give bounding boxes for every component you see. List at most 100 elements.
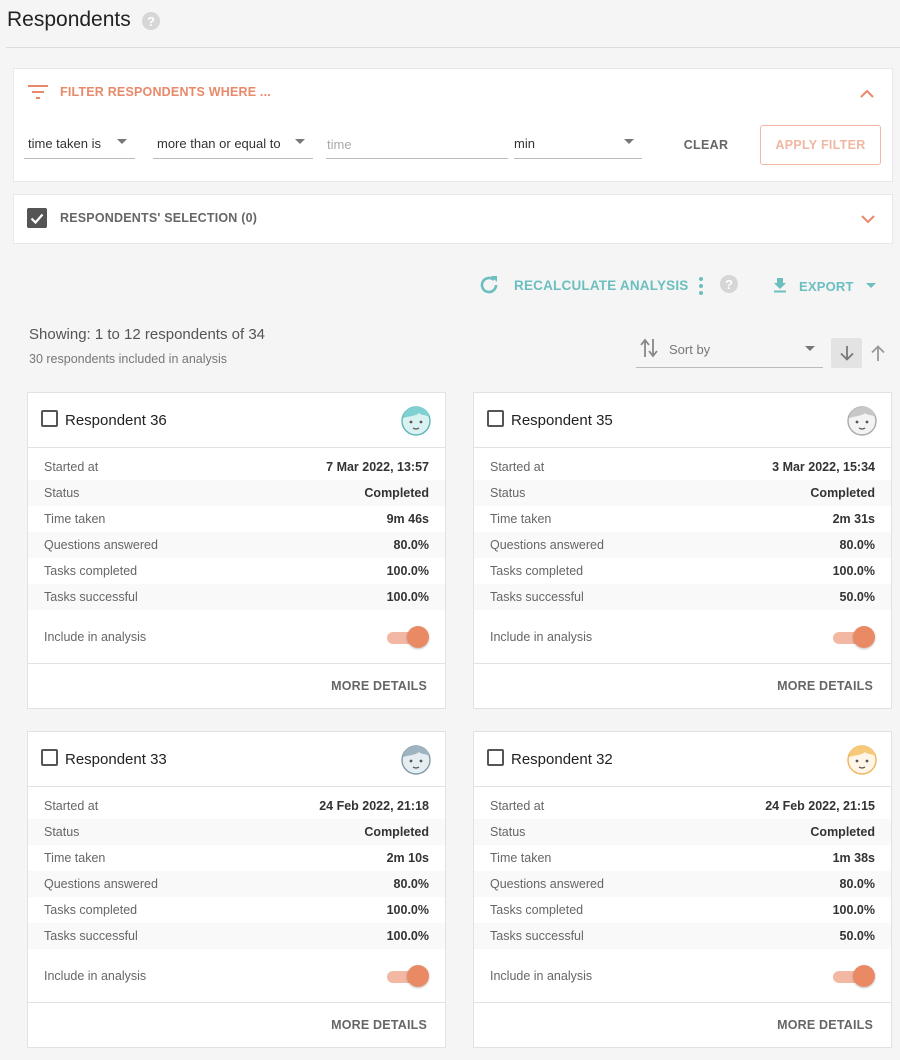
detail-rows: Started at 3 Mar 2022, 15:34 Status Comp… (474, 454, 891, 610)
detail-value: 100.0% (832, 564, 875, 578)
include-toggle[interactable] (387, 965, 429, 987)
detail-value: 100.0% (832, 903, 875, 917)
more-details-button[interactable]: MORE DETAILS (777, 679, 873, 693)
detail-label: Time taken (44, 851, 106, 865)
recalculate-analysis-button[interactable]: RECALCULATE ANALYSIS (514, 278, 689, 293)
respondent-name: Respondent 36 (65, 412, 167, 429)
filter-unit-select[interactable]: min (514, 131, 642, 159)
detail-row-time-taken: Time taken 9m 46s (28, 506, 445, 532)
help-icon[interactable]: ? (720, 275, 738, 293)
detail-label: Tasks successful (490, 929, 584, 943)
detail-value: 80.0% (839, 877, 875, 891)
help-icon[interactable]: ? (142, 12, 160, 30)
filter-operator-select[interactable]: more than or equal to (153, 131, 313, 159)
export-button[interactable]: EXPORT (799, 279, 854, 294)
respondent-checkbox[interactable] (41, 749, 58, 766)
filter-title[interactable]: FILTER RESPONDENTS WHERE ... (60, 85, 271, 99)
detail-label: Questions answered (490, 538, 604, 552)
selection-title[interactable]: RESPONDENTS' SELECTION (0) (60, 211, 257, 225)
time-input[interactable] (326, 131, 508, 158)
filter-time-field[interactable] (326, 131, 508, 159)
detail-value: Completed (810, 825, 875, 839)
toggle-knob (407, 626, 429, 648)
include-label: Include in analysis (44, 630, 147, 644)
sort-label: Sort by (669, 342, 711, 357)
sort-select[interactable]: Sort by (636, 336, 823, 368)
page-title: Respondents (7, 8, 131, 31)
more-details-button[interactable]: MORE DETAILS (777, 1018, 873, 1032)
detail-value: 2m 31s (832, 512, 875, 526)
detail-value: Completed (810, 486, 875, 500)
showing-text: Showing: 1 to 12 respondents of 34 (29, 326, 266, 343)
more-vert-icon[interactable] (695, 275, 707, 297)
detail-label: Questions answered (44, 538, 158, 552)
download-icon[interactable] (772, 277, 788, 293)
detail-label: Time taken (44, 512, 106, 526)
detail-label: Tasks successful (490, 590, 584, 604)
detail-row-started-at: Started at 24 Feb 2022, 21:15 (474, 793, 891, 819)
detail-value: 80.0% (839, 538, 875, 552)
detail-value: 100.0% (386, 903, 429, 917)
detail-row-questions-answered: Questions answered 80.0% (28, 532, 445, 558)
detail-value: 24 Feb 2022, 21:18 (319, 799, 429, 813)
detail-label: Time taken (490, 851, 552, 865)
detail-label: Started at (44, 799, 99, 813)
detail-row-tasks-successful: Tasks successful 50.0% (474, 584, 891, 610)
card-header: Respondent 36 (28, 393, 445, 448)
detail-row-started-at: Started at 24 Feb 2022, 21:18 (28, 793, 445, 819)
detail-row-questions-answered: Questions answered 80.0% (28, 871, 445, 897)
filter-field-select[interactable]: time taken is (24, 131, 135, 159)
respondent-card: Respondent 35 Started at 3 Mar 2022, 15:… (473, 392, 892, 709)
card-header: Respondent 35 (474, 393, 891, 448)
boy-avatar-teal-icon (401, 406, 431, 436)
detail-label: Tasks completed (44, 903, 138, 917)
arrow-up-icon[interactable] (868, 343, 888, 363)
detail-row-tasks-completed: Tasks completed 100.0% (474, 558, 891, 584)
export-caret-icon[interactable] (866, 283, 876, 288)
detail-value: Completed (364, 825, 429, 839)
respondent-checkbox[interactable] (487, 410, 504, 427)
respondent-card: Respondent 33 Started at 24 Feb 2022, 21… (27, 731, 446, 1048)
sort-icon (640, 338, 658, 358)
include-toggle[interactable] (387, 626, 429, 648)
selection-checkbox[interactable] (27, 208, 47, 228)
detail-value: 9m 46s (386, 512, 429, 526)
detail-row-time-taken: Time taken 2m 31s (474, 506, 891, 532)
detail-label: Questions answered (490, 877, 604, 891)
detail-value: 80.0% (393, 877, 429, 891)
more-details-button[interactable]: MORE DETAILS (331, 679, 427, 693)
detail-value: 80.0% (393, 538, 429, 552)
sort-descending-button[interactable] (831, 338, 862, 368)
card-header: Respondent 33 (28, 732, 445, 787)
clear-button[interactable]: CLEAR (672, 131, 740, 159)
detail-row-status: Status Completed (28, 819, 445, 845)
respondent-checkbox[interactable] (41, 410, 58, 427)
detail-row-status: Status Completed (474, 480, 891, 506)
header-divider (6, 47, 900, 48)
respondent-card: Respondent 36 Started at 7 Mar 2022, 13:… (27, 392, 446, 709)
include-toggle[interactable] (833, 965, 875, 987)
detail-row-time-taken: Time taken 1m 38s (474, 845, 891, 871)
detail-label: Started at (490, 460, 545, 474)
card-footer: MORE DETAILS (474, 663, 891, 708)
chevron-up-icon[interactable] (859, 86, 875, 102)
apply-filter-button[interactable]: APPLY FILTER (760, 125, 881, 165)
include-label: Include in analysis (44, 969, 147, 983)
detail-value: 100.0% (386, 590, 429, 604)
included-text: 30 respondents included in analysis (29, 352, 228, 366)
toggle-knob (853, 965, 875, 987)
filter-unit-value: min (514, 136, 535, 151)
detail-row-tasks-successful: Tasks successful 50.0% (474, 923, 891, 949)
dropdown-caret-icon (624, 139, 634, 144)
more-details-button[interactable]: MORE DETAILS (331, 1018, 427, 1032)
detail-row-tasks-successful: Tasks successful 100.0% (28, 584, 445, 610)
detail-rows: Started at 24 Feb 2022, 21:15 Status Com… (474, 793, 891, 949)
boy-avatar-bluegrey-icon (401, 745, 431, 775)
detail-value: 100.0% (386, 564, 429, 578)
refresh-icon[interactable] (477, 273, 501, 297)
card-footer: MORE DETAILS (28, 1002, 445, 1047)
respondent-checkbox[interactable] (487, 749, 504, 766)
chevron-down-icon[interactable] (860, 211, 876, 227)
include-toggle[interactable] (833, 626, 875, 648)
detail-row-status: Status Completed (28, 480, 445, 506)
